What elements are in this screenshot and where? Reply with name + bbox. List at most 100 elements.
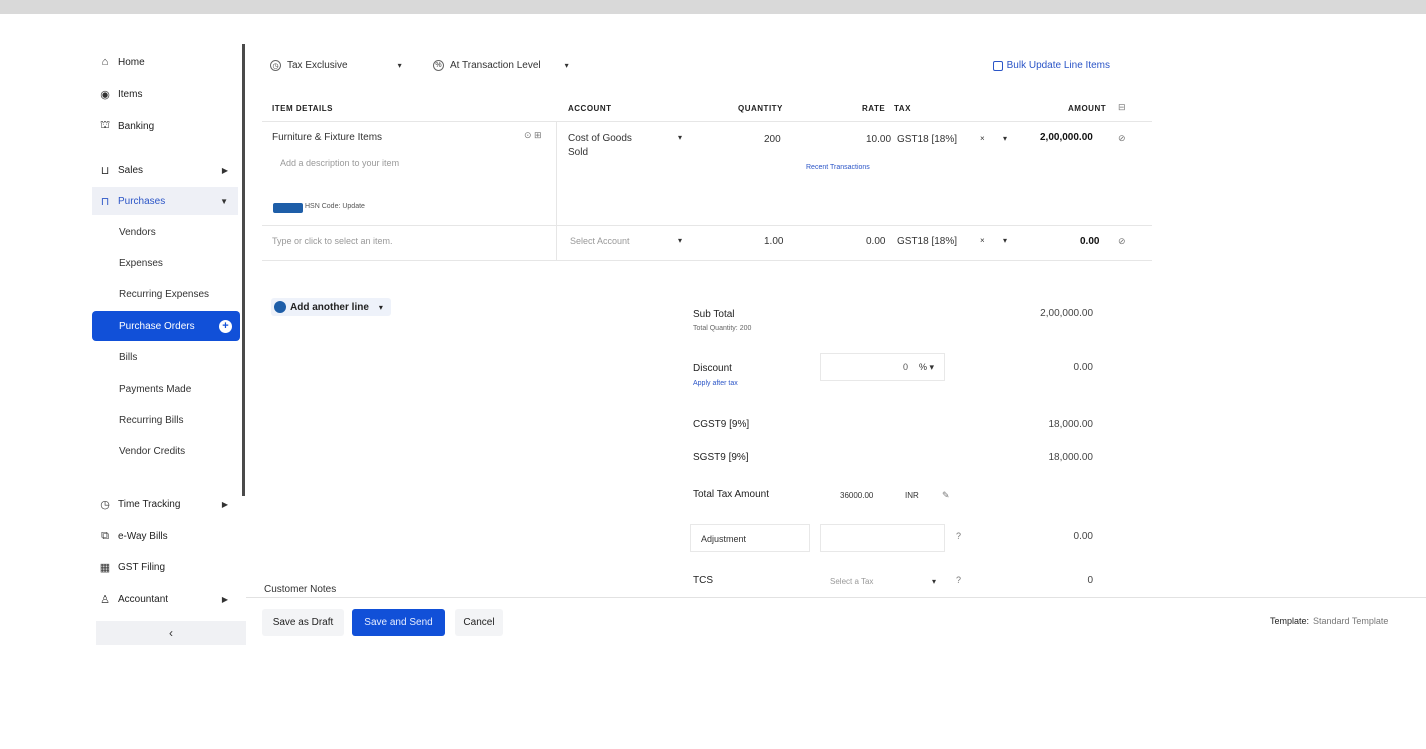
- tax-mode-select[interactable]: ◷ Tax Exclusive ▾: [270, 60, 402, 71]
- row2-tax-select[interactable]: GST18 [18%]: [897, 236, 957, 247]
- discount-label: Discount: [693, 363, 732, 374]
- sidebar-subitem-bills[interactable]: Bills: [92, 343, 238, 371]
- chevron-left-icon: ‹: [169, 626, 173, 640]
- row2-rate-input[interactable]: 0.00: [866, 236, 885, 247]
- discount-input[interactable]: 0 % ▾: [820, 353, 945, 381]
- recent-transactions-link[interactable]: Recent Transactions: [806, 164, 870, 171]
- cgst-label: CGST9 [9%]: [693, 419, 750, 430]
- chevron-down-icon: ▼: [220, 196, 228, 206]
- sidebar-subitem-vendors[interactable]: Vendors: [92, 218, 238, 246]
- sidebar-item-accountant[interactable]: ♙ Accountant ▶: [92, 585, 238, 613]
- sidebar-item-label: Items: [118, 88, 143, 100]
- sidebar-subitem-vendor-credits[interactable]: Vendor Credits: [92, 437, 238, 465]
- sidebar-item-home[interactable]: ⌂ Home: [92, 48, 238, 76]
- cancel-button[interactable]: Cancel: [455, 609, 503, 636]
- row2-item-select[interactable]: Type or click to select an item.: [272, 236, 393, 246]
- sidebar-subitem-label: Bills: [119, 351, 138, 363]
- add-another-line-button[interactable]: Add another line ▾: [271, 298, 391, 316]
- clock-icon: ◷: [100, 498, 110, 511]
- sidebar-subitem-payments-made[interactable]: Payments Made: [92, 375, 238, 403]
- sidebar-item-time-tracking[interactable]: ◷ Time Tracking ▶: [92, 490, 238, 518]
- discount-level-select[interactable]: % At Transaction Level ▾: [433, 60, 569, 71]
- column-divider: [556, 121, 557, 261]
- discount-unit-select[interactable]: % ▾: [919, 362, 934, 373]
- item-options-icon[interactable]: ⊙ ⊞: [524, 130, 542, 141]
- tax-clear-icon[interactable]: ×: [980, 134, 985, 143]
- hsn-code-link[interactable]: HSN Code: Update: [305, 203, 365, 210]
- template-value: Standard Template: [1313, 616, 1389, 626]
- adjustment-label-field[interactable]: Adjustment: [690, 524, 810, 552]
- save-as-draft-button[interactable]: Save as Draft: [262, 609, 344, 636]
- bulk-edit-icon: [992, 60, 1003, 71]
- chevron-down-icon[interactable]: ▾: [678, 236, 682, 245]
- row2-quantity-input[interactable]: 1.00: [764, 236, 783, 247]
- chevron-down-icon[interactable]: ▾: [379, 303, 383, 312]
- footer-divider: [246, 597, 1426, 598]
- row1-item-name[interactable]: Furniture & Fixture Items: [272, 132, 382, 143]
- sidebar-item-label: Purchases: [118, 195, 166, 207]
- chevron-down-icon[interactable]: ▾: [932, 577, 936, 586]
- sgst-label: SGST9 [9%]: [693, 452, 749, 463]
- row2-amount: 0.00: [1080, 236, 1100, 247]
- sidebar-subitem-label: Purchase Orders: [119, 320, 195, 332]
- row1-tax-select[interactable]: GST18 [18%]: [897, 134, 957, 145]
- sidebar-subitem-recurring-bills[interactable]: Recurring Bills: [92, 406, 238, 434]
- sidebar-item-purchases[interactable]: ⊓ Purchases ▼: [92, 187, 238, 215]
- sidebar-item-label: GST Filing: [118, 561, 166, 573]
- apply-after-tax-link[interactable]: Apply after tax: [693, 380, 738, 387]
- row2-account-select[interactable]: Select Account: [570, 236, 630, 246]
- items-icon: ◉: [100, 88, 110, 101]
- column-settings-icon[interactable]: ⊟: [1118, 102, 1126, 113]
- tcs-label: TCS: [693, 575, 713, 586]
- sidebar-item-gst-filing[interactable]: ▦ GST Filing: [92, 553, 238, 581]
- bank-icon: ⛫: [99, 119, 111, 131]
- template-label: Template:: [1270, 616, 1310, 626]
- sidebar-collapse-button[interactable]: ‹: [96, 621, 246, 645]
- home-icon: ⌂: [101, 56, 109, 68]
- chevron-down-icon: ▾: [564, 61, 569, 70]
- sidebar-subitem-label: Expenses: [119, 257, 163, 269]
- discount-unit: %: [918, 362, 927, 372]
- row1-rate-input[interactable]: 10.00: [866, 134, 891, 145]
- total-quantity-label: Total Quantity: 200: [693, 325, 752, 332]
- row1-account-select[interactable]: Cost of Goods Sold: [568, 132, 648, 160]
- sgst-value: 18,000.00: [1048, 452, 1094, 463]
- bulk-update-link[interactable]: Bulk Update Line Items: [992, 60, 1110, 71]
- tcs-select[interactable]: Select a Tax: [830, 577, 873, 586]
- col-header-account: ACCOUNT: [568, 104, 612, 113]
- sidebar-item-eway-bills[interactable]: ⧉ e-Way Bills: [92, 522, 238, 550]
- chevron-right-icon: ▶: [221, 165, 228, 175]
- row1-description-field[interactable]: Add a description to your item: [280, 158, 399, 168]
- bag-icon: ⊓: [100, 195, 110, 208]
- cart-icon: ⊔: [100, 164, 110, 177]
- sidebar-item-items[interactable]: ◉ Items: [92, 80, 238, 108]
- discount-icon: %: [433, 60, 444, 71]
- chevron-down-icon[interactable]: ▾: [1003, 236, 1007, 245]
- cgst-value: 18,000.00: [1048, 419, 1094, 430]
- chevron-down-icon[interactable]: ▾: [1003, 134, 1007, 143]
- sidebar-subitem-label: Vendors: [119, 226, 156, 238]
- total-tax-currency: INR: [905, 491, 919, 500]
- sidebar-item-sales[interactable]: ⊔ Sales ▶: [92, 156, 238, 184]
- sidebar-subitem-purchase-orders[interactable]: Purchase Orders +: [92, 311, 240, 341]
- subtotal-label: Sub Total: [693, 309, 735, 320]
- help-icon[interactable]: ?: [956, 531, 961, 541]
- sidebar-subitem-recurring-expenses[interactable]: Recurring Expenses: [92, 280, 238, 308]
- tax-clear-icon[interactable]: ×: [980, 236, 985, 245]
- template-selector[interactable]: Template: Standard Template: [1270, 616, 1388, 626]
- total-tax-input[interactable]: 36000.00: [840, 491, 873, 500]
- row-remove-icon[interactable]: ⊘: [1118, 133, 1126, 144]
- pencil-icon[interactable]: ✎: [942, 490, 950, 501]
- row-remove-icon[interactable]: ⊘: [1118, 236, 1126, 247]
- help-icon[interactable]: ?: [956, 575, 961, 585]
- save-and-send-button[interactable]: Save and Send: [352, 609, 445, 636]
- truck-icon: ⧉: [101, 529, 109, 542]
- adjustment-input[interactable]: [820, 524, 945, 552]
- row1-quantity-input[interactable]: 200: [764, 134, 781, 145]
- adjustment-value: 0.00: [1073, 531, 1093, 542]
- sidebar-subitem-label: Payments Made: [119, 383, 192, 395]
- plus-icon[interactable]: +: [219, 319, 232, 333]
- sidebar-item-banking[interactable]: ⛫ Banking: [92, 112, 238, 140]
- chevron-down-icon[interactable]: ▾: [678, 133, 682, 142]
- sidebar-subitem-expenses[interactable]: Expenses: [92, 249, 238, 277]
